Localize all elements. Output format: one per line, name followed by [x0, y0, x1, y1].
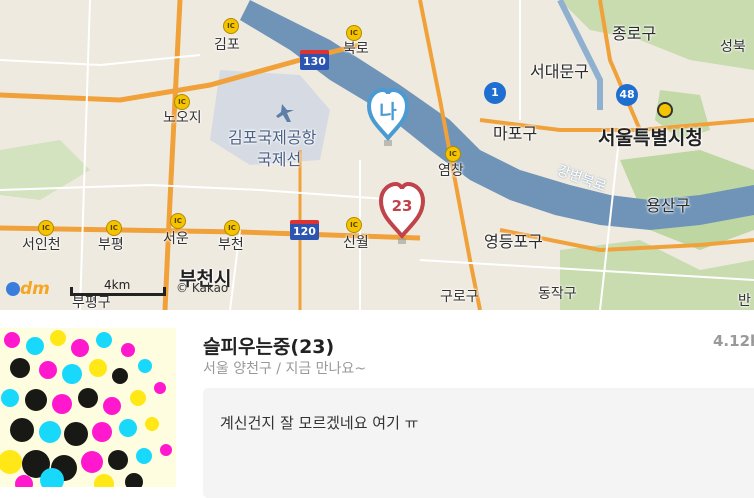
map-label: 국제선	[257, 150, 302, 169]
route-shield: 130	[300, 50, 329, 70]
ic-badge: IC	[38, 220, 54, 236]
user-marker-label: 23	[391, 197, 413, 215]
map-view[interactable]: 김포 북로 종로구 성북 서대문구 노오지 김포국제공항 국제선 마포구 서울특…	[0, 0, 754, 310]
profile-photo[interactable]	[0, 328, 176, 487]
daum-logo: dm	[6, 279, 50, 299]
profile-location: 서울 양천구 / 지금 만나요~	[203, 361, 367, 377]
user-location-marker[interactable]: 23	[378, 180, 426, 246]
message-bubble: 계신건지 잘 모르겠네요 여기 ㅠ	[203, 388, 754, 498]
message-text: 계신건지 잘 모르겠네요 여기 ㅠ	[220, 414, 419, 432]
map-label: 서운	[163, 231, 189, 247]
ic-badge: IC	[346, 217, 362, 233]
profile-card[interactable]: 슬피우는중(23) 서울 양천구 / 지금 만나요~ 4.12k 계신건지 잘 …	[0, 310, 754, 498]
map-copyright: © Kakao	[176, 281, 229, 295]
map-label: 성북	[720, 39, 746, 55]
ic-badge: IC	[445, 146, 461, 162]
map-label: 부평	[98, 237, 124, 253]
ic-badge: IC	[170, 213, 186, 229]
cityhall-icon	[657, 102, 673, 118]
map-label: 김포	[214, 37, 240, 53]
ic-badge: IC	[174, 94, 190, 110]
profile-name: 슬피우는중(23)	[203, 336, 335, 358]
profile-photo-image	[0, 328, 176, 487]
route-shield: 120	[290, 220, 319, 240]
ic-badge: IC	[346, 25, 362, 41]
map-label: 북로	[343, 41, 369, 57]
profile-distance: 4.12k	[713, 332, 754, 350]
my-location-marker[interactable]: 나	[366, 86, 410, 148]
ic-badge: IC	[106, 220, 122, 236]
map-label-cityhall: 서울특별시청	[598, 127, 703, 149]
ic-badge: IC	[224, 220, 240, 236]
map-scale: 4km	[70, 278, 166, 296]
map-label: 신월	[343, 235, 369, 251]
scale-label: 4km	[104, 278, 131, 292]
route-circle: 1	[484, 82, 506, 104]
route-circle: 48	[616, 84, 638, 106]
my-marker-label: 나	[379, 101, 397, 123]
map-label: 서대문구	[530, 62, 589, 81]
map-label: 부천	[218, 237, 244, 253]
map-canvas	[0, 0, 754, 310]
map-label: 종로구	[612, 24, 657, 43]
map-label: 반	[738, 293, 751, 309]
map-label: 영등포구	[484, 232, 543, 251]
map-label: 노오지	[163, 110, 202, 126]
map-label: 동작구	[538, 286, 577, 302]
map-label: 염창	[438, 163, 464, 179]
map-label: 마포구	[493, 124, 538, 143]
map-label: 서인천	[22, 237, 61, 253]
ic-badge: IC	[223, 18, 239, 34]
map-label: 김포국제공항	[228, 128, 317, 147]
map-label: 구로구	[440, 289, 479, 305]
map-label: 용산구	[646, 196, 691, 215]
